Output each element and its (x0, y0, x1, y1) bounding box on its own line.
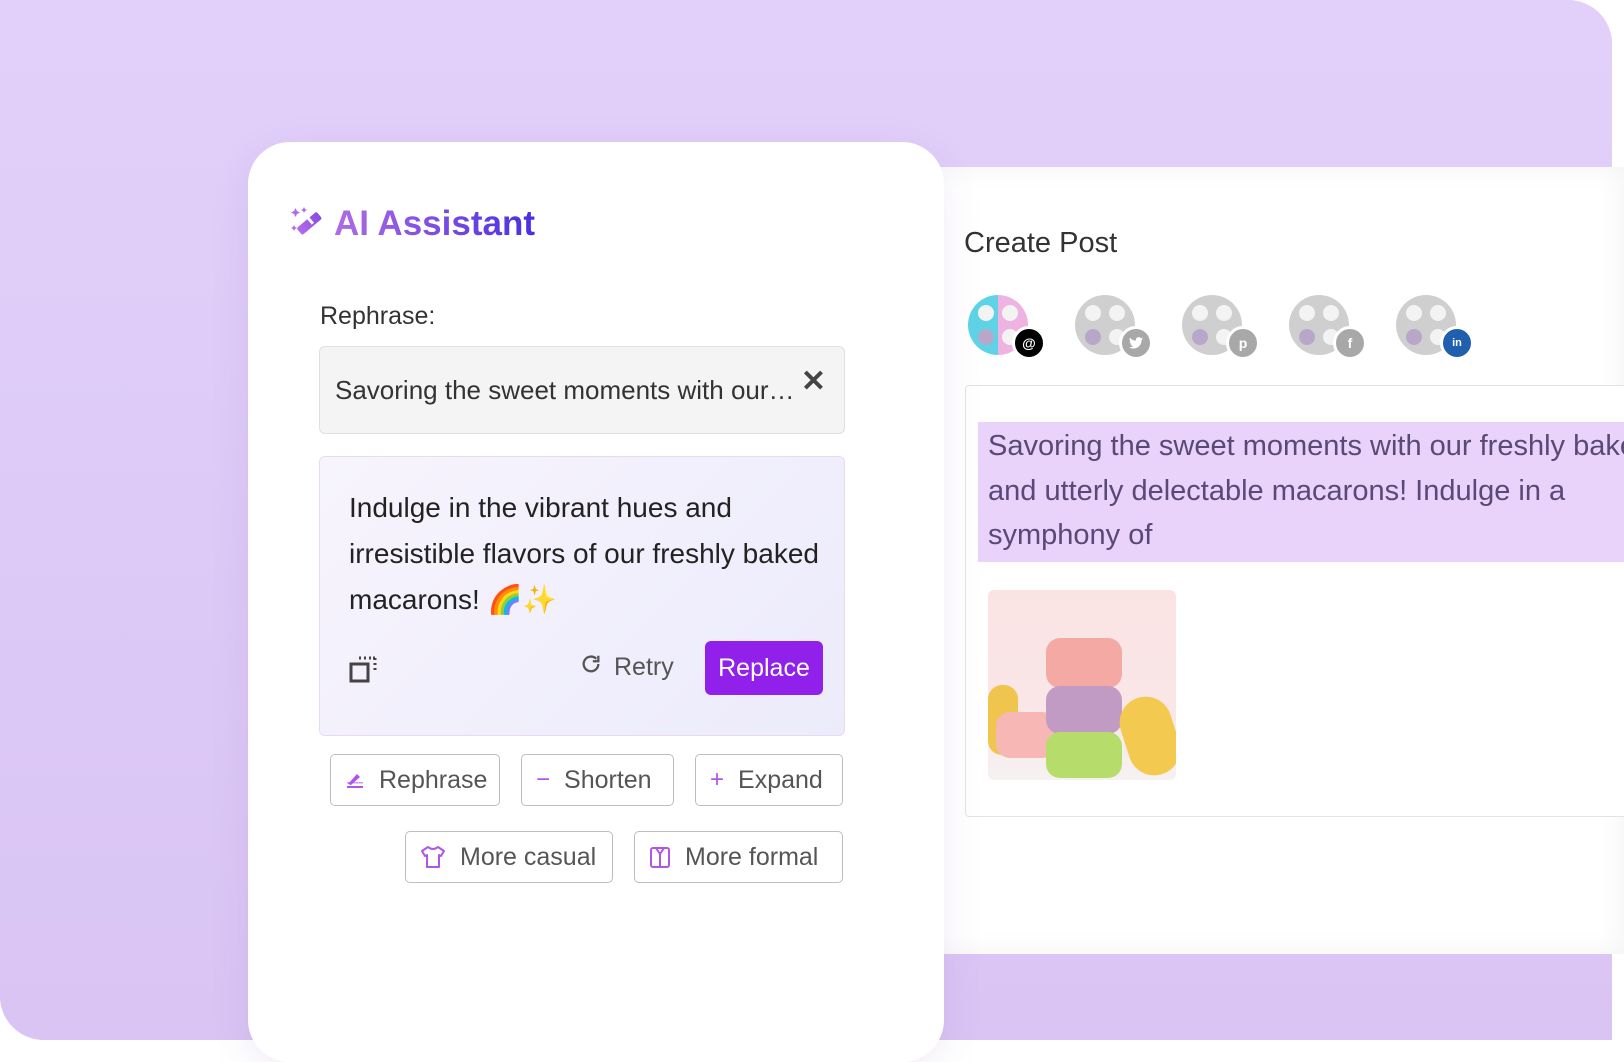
more-formal-button[interactable]: More formal (634, 831, 843, 883)
rephrase-result-text: Indulge in the vibrant hues and irresist… (349, 492, 819, 615)
suit-icon (649, 845, 671, 869)
copy-icon[interactable] (348, 653, 380, 685)
create-post-panel: Create Post @ p f in Savoring the sweet … (880, 167, 1624, 954)
rephrase-input-value[interactable]: Savoring the sweet moments with our… (335, 375, 795, 406)
ai-assistant-header: AI Assistant (290, 204, 535, 244)
expand-button[interactable]: + Expand (695, 754, 843, 806)
threads-icon: @ (1012, 326, 1046, 360)
plus-icon: + (710, 766, 725, 793)
retry-button[interactable]: Retry (580, 653, 674, 682)
facebook-icon: f (1333, 326, 1367, 360)
create-post-title: Create Post (964, 227, 1118, 259)
post-text-selection[interactable]: Savoring the sweet moments with our fres… (978, 422, 1624, 562)
magic-wand-icon (290, 205, 324, 244)
more-casual-button[interactable]: More casual (405, 831, 613, 883)
replace-button[interactable]: Replace (705, 641, 823, 695)
rephrase-action-button[interactable]: Rephrase (330, 754, 500, 806)
expand-label: Expand (738, 765, 823, 794)
account-threads[interactable]: @ (968, 295, 1046, 360)
post-editor[interactable]: Savoring the sweet moments with our fres… (965, 385, 1624, 817)
account-facebook[interactable]: f (1289, 295, 1367, 360)
ai-assistant-title: AI Assistant (334, 204, 535, 243)
account-twitter[interactable] (1075, 295, 1153, 360)
rephrase-label: Rephrase: (320, 302, 436, 330)
twitter-icon (1119, 326, 1153, 360)
pinterest-icon: p (1226, 326, 1260, 360)
retry-label: Retry (614, 653, 674, 681)
pen-icon (345, 770, 365, 790)
rephrase-result-card: Indulge in the vibrant hues and irresist… (319, 456, 845, 736)
account-selector: @ p f in (968, 295, 1474, 360)
account-pinterest[interactable]: p (1182, 295, 1260, 360)
more-casual-label: More casual (460, 842, 597, 871)
close-icon[interactable]: ✕ (801, 367, 826, 397)
account-linkedin[interactable]: in (1396, 295, 1474, 360)
refresh-icon (580, 653, 602, 682)
linkedin-icon: in (1440, 326, 1474, 360)
rephrase-input[interactable]: Savoring the sweet moments with our… ✕ (319, 346, 845, 434)
rephrase-action-label: Rephrase (379, 765, 488, 794)
ai-assistant-panel: AI Assistant Rephrase: Savoring the swee… (248, 142, 944, 1062)
minus-icon: − (536, 766, 551, 793)
tshirt-icon (420, 845, 446, 869)
shorten-label: Shorten (564, 765, 652, 794)
more-formal-label: More formal (685, 842, 819, 871)
post-image-macarons[interactable] (988, 590, 1176, 780)
shorten-button[interactable]: − Shorten (521, 754, 674, 806)
